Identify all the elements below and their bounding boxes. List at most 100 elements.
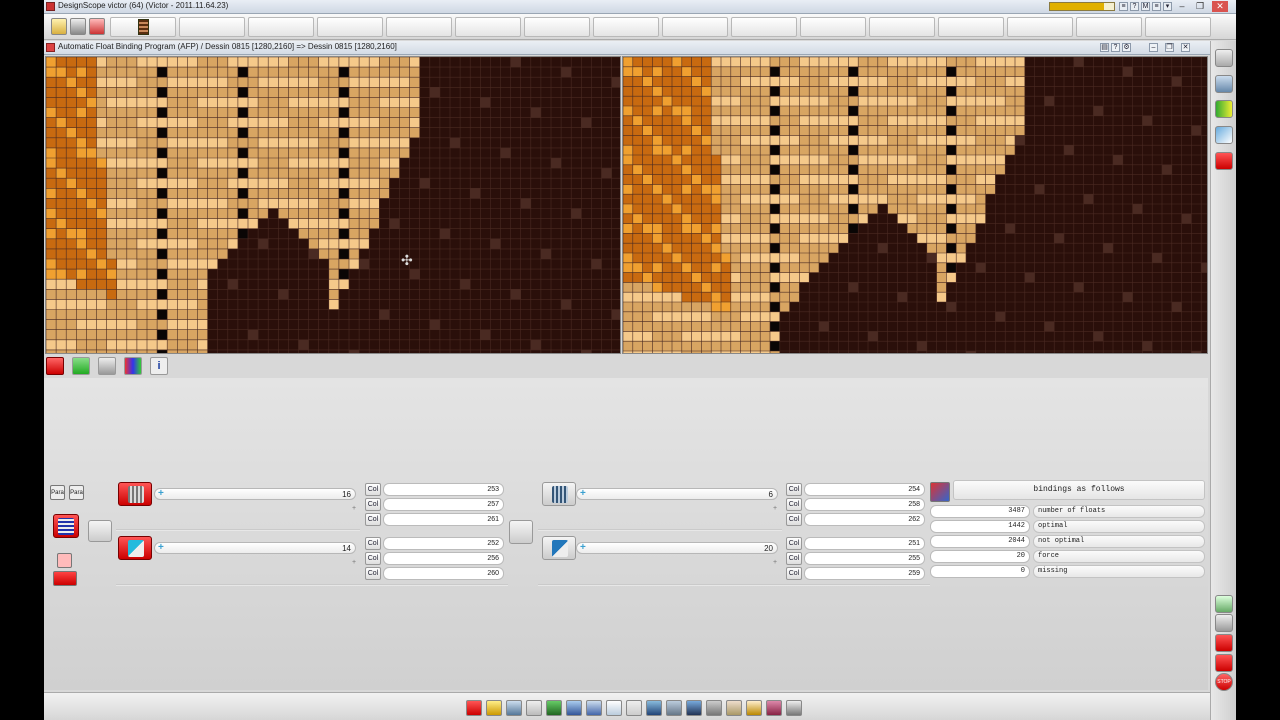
right-binding-grey-icon[interactable] [542,482,576,506]
right-col-button-1[interactable]: Col [786,483,802,496]
bottom-tool-icon-15[interactable] [746,700,762,716]
pencil-icon[interactable] [72,357,90,375]
design-slot-14[interactable] [1007,17,1073,37]
design-slot-1[interactable] [110,17,176,37]
right-col-field-4[interactable]: 251 [804,537,925,550]
sidebar-tool-icon-5[interactable] [1215,152,1233,170]
sidebar-tool-icon-6[interactable] [1215,595,1233,613]
design-slot-12[interactable] [869,17,935,37]
right-col-button-5[interactable]: Col [786,552,802,565]
bottom-tool-icon-6[interactable] [566,700,582,716]
left-col-button-3[interactable]: Col [365,513,381,526]
left-col-field-3[interactable]: 261 [383,513,504,526]
afp-minimize-button[interactable]: – [1149,43,1158,52]
result-design-canvas[interactable] [622,56,1208,354]
design-slot-6[interactable] [455,17,521,37]
design-slot-8[interactable] [593,17,659,37]
color-swatch-icon[interactable] [57,553,72,568]
afp-settings-button[interactable]: ⚙ [1122,43,1131,52]
sidebar-tool-icon-2[interactable] [1215,75,1233,93]
close-button[interactable]: ✕ [1212,1,1228,12]
bindings-analysis-icon[interactable] [930,482,950,502]
design-slot-15[interactable] [1076,17,1142,37]
left-col-field-1[interactable]: 253 [383,483,504,496]
title-menu-button[interactable]: ≡ [1119,2,1128,11]
bottom-tool-icon-16[interactable] [766,700,782,716]
bottom-tool-icon-10[interactable] [646,700,662,716]
right-pen-grey-icon[interactable] [542,536,576,560]
maximize-button[interactable]: ❐ [1192,1,1208,12]
afp-layout-button[interactable]: ▤ [1100,43,1109,52]
afp-close-button[interactable]: ✕ [1181,43,1190,52]
bottom-tool-icon-7[interactable] [586,700,602,716]
design-slot-2[interactable] [179,17,245,37]
sidebar-tool-icon-9[interactable] [1215,654,1233,672]
bottom-tool-icon-17[interactable] [786,700,802,716]
sidebar-tool-icon-4[interactable] [1215,126,1233,144]
left-pen-red-icon[interactable] [118,536,152,560]
checker-pattern-icon[interactable] [53,571,77,586]
binding-mode-icon[interactable] [53,514,79,538]
open-icon[interactable] [51,18,67,35]
sidebar-tool-icon-7[interactable] [1215,614,1233,632]
left-binding-red-icon[interactable] [118,482,152,506]
right-col-button-4[interactable]: Col [786,537,802,550]
bottom-tool-icon-9[interactable] [626,700,642,716]
info-icon[interactable]: i [150,357,168,375]
design-slot-3[interactable] [248,17,314,37]
bottom-tool-icon-11[interactable] [666,700,682,716]
save-icon[interactable] [70,18,86,35]
title-m-button[interactable]: M [1141,2,1150,11]
left-col-button-1[interactable]: Col [365,483,381,496]
left-col-button-2[interactable]: Col [365,498,381,511]
right-binding-slider-2[interactable]: +20 [576,542,778,554]
design-slot-10[interactable] [731,17,797,37]
right-col-field-1[interactable]: 254 [804,483,925,496]
para-button-2[interactable]: Para [69,485,84,500]
afp-help-button[interactable]: ? [1111,43,1120,52]
left-col-button-4[interactable]: Col [365,537,381,550]
right-col-field-2[interactable]: 258 [804,498,925,511]
minimize-button[interactable]: – [1174,1,1190,12]
bottom-tool-icon-4[interactable] [526,700,542,716]
bottom-tool-icon-8[interactable] [606,700,622,716]
transfer-icon[interactable] [509,520,533,544]
bottom-tool-icon-14[interactable] [726,700,742,716]
title-dropdown-button[interactable]: ▾ [1163,2,1172,11]
right-col-button-3[interactable]: Col [786,513,802,526]
original-design-canvas[interactable]: ✣ [45,56,621,354]
design-slot-13[interactable] [938,17,1004,37]
sidebar-tool-icon-1[interactable] [1215,49,1233,67]
stop-icon[interactable]: STOP [1215,673,1233,691]
bottom-tool-icon-2[interactable] [486,700,502,716]
right-binding-slider-1[interactable]: +6 [576,488,778,500]
bottom-tool-icon-1[interactable] [466,700,482,716]
right-col-button-6[interactable]: Col [786,567,802,580]
design-slot-11[interactable] [800,17,866,37]
left-binding-slider-2[interactable]: +14 [154,542,356,554]
design-view-icon[interactable] [46,357,64,375]
color-table-icon[interactable] [124,357,142,375]
left-binding-slider-1[interactable]: +16 [154,488,356,500]
scissors-icon[interactable] [89,18,105,35]
sidebar-tool-icon-3[interactable] [1215,100,1233,118]
design-slot-16[interactable] [1145,17,1211,37]
left-col-field-5[interactable]: 256 [383,552,504,565]
sidebar-tool-icon-8[interactable] [1215,634,1233,652]
afp-maximize-button[interactable]: ❐ [1165,43,1174,52]
design-slot-7[interactable] [524,17,590,37]
bottom-tool-icon-3[interactable] [506,700,522,716]
left-col-field-2[interactable]: 257 [383,498,504,511]
design-slot-4[interactable] [317,17,383,37]
right-col-field-6[interactable]: 259 [804,567,925,580]
para-button-1[interactable]: Para [50,485,65,500]
right-col-field-3[interactable]: 262 [804,513,925,526]
design-slot-5[interactable] [386,17,452,37]
title-help-button[interactable]: ? [1130,2,1139,11]
binding-icon[interactable] [98,357,116,375]
bottom-tool-icon-13[interactable] [706,700,722,716]
left-col-field-6[interactable]: 260 [383,567,504,580]
design-slot-9[interactable] [662,17,728,37]
bottom-tool-icon-12[interactable] [686,700,702,716]
title-list-button[interactable]: ≡ [1152,2,1161,11]
